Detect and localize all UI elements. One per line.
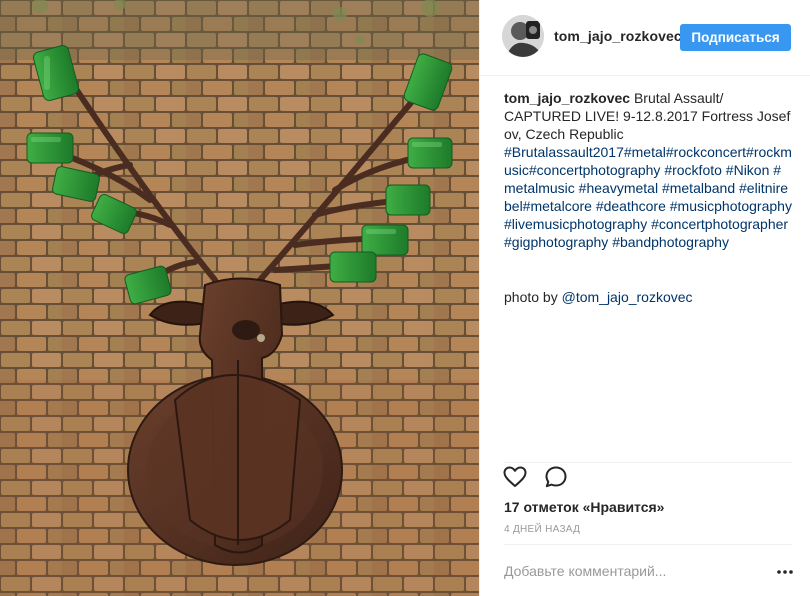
avatar[interactable] bbox=[502, 15, 544, 57]
post-image bbox=[0, 0, 479, 596]
comment-bar bbox=[504, 544, 795, 596]
post-sidebar: tom_jajo_rozkovec Подписаться tom_jajo_r… bbox=[479, 0, 810, 596]
post-header: tom_jajo_rozkovec Подписаться bbox=[480, 0, 810, 76]
caption-author[interactable]: tom_jajo_rozkovec bbox=[504, 90, 630, 106]
caption-text-line-2: CAPTURED LIVE! 9-12.8.2017 Fortress Jose… bbox=[504, 108, 791, 142]
actions-divider bbox=[504, 462, 792, 463]
caption-text-line-1: Brutal Assault/ bbox=[630, 90, 724, 106]
comment-input[interactable] bbox=[504, 559, 754, 583]
credit-mention[interactable]: @tom_jajo_rozkovec bbox=[562, 289, 693, 305]
heart-outline-icon[interactable] bbox=[502, 464, 528, 490]
post-caption: tom_jajo_rozkovec Brutal Assault/CAPTURE… bbox=[504, 89, 792, 251]
speech-bubble-icon[interactable] bbox=[543, 464, 569, 490]
credit-prefix: photo by bbox=[504, 289, 562, 305]
follow-button[interactable]: Подписаться bbox=[680, 24, 791, 51]
caption-hashtags[interactable]: #Brutalassault2017#metal#rockconcert#roc… bbox=[504, 144, 792, 250]
photo-credit: photo by @tom_jajo_rozkovec bbox=[504, 288, 792, 306]
header-username[interactable]: tom_jajo_rozkovec bbox=[554, 28, 682, 44]
ellipsis-icon[interactable] bbox=[775, 565, 795, 577]
post-photo[interactable] bbox=[0, 0, 479, 596]
avatar-image bbox=[502, 15, 544, 57]
likes-count[interactable]: 17 отметок «Нравится» bbox=[504, 499, 664, 515]
post-timestamp[interactable]: 4 ДНЕЙ НАЗАД bbox=[504, 524, 580, 535]
